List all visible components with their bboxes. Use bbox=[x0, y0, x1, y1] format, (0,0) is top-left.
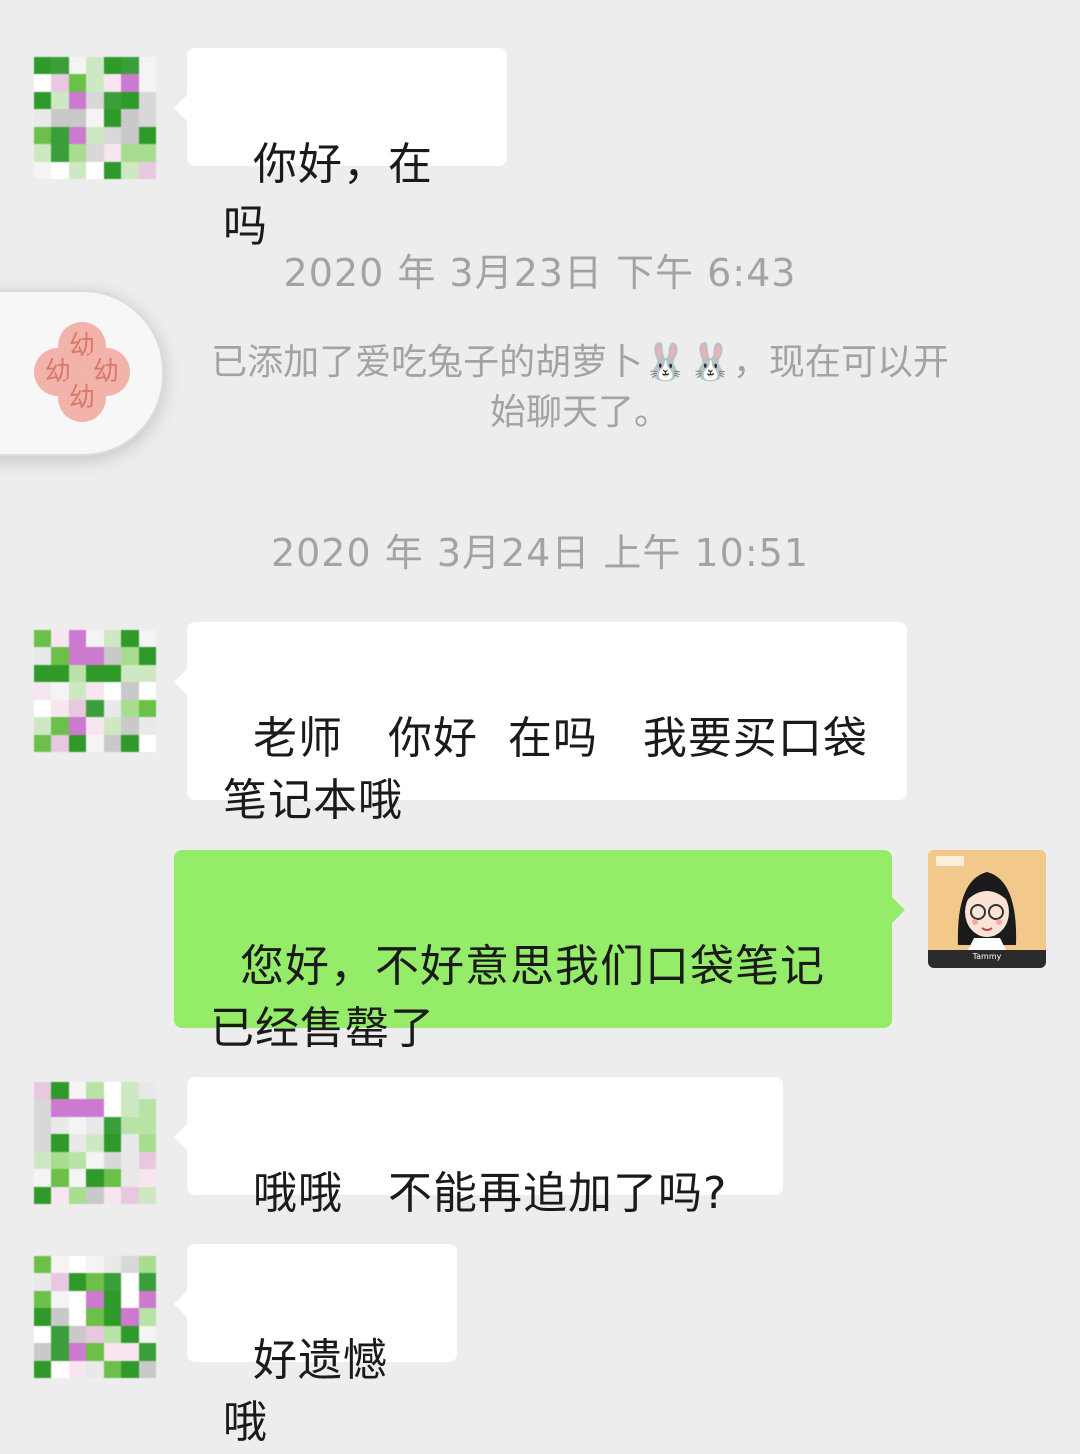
my-avatar-caption: Tammy bbox=[972, 952, 1002, 961]
system-notice-text: 已添加了爱吃兔子的胡萝卜🐰🐰，现在可以开 始聊天了。 bbox=[211, 342, 949, 433]
message-timestamp: 2020 年 3月24日 上午 10:51 bbox=[270, 531, 810, 575]
message-text: 哦哦 不能再追加了吗? bbox=[252, 1168, 728, 1219]
message-bubble-outgoing[interactable]: 您好，不好意思我们口袋笔记 已经售罄了 bbox=[174, 850, 905, 1054]
cartoon-girl-icon bbox=[928, 850, 1046, 968]
message-timestamp: 2020 年 3月23日 下午 6:43 bbox=[283, 251, 797, 295]
contact-avatar[interactable] bbox=[34, 630, 156, 752]
message-text: 你好，在吗 bbox=[223, 139, 433, 252]
floating-assistive-button[interactable]: 幼 幼 幼 幼 bbox=[0, 290, 164, 456]
message-bubble-incoming[interactable]: 哦哦 不能再追加了吗? bbox=[174, 1077, 783, 1219]
message-text: 您好，不好意思我们口袋笔记 已经售罄了 bbox=[210, 941, 825, 1054]
message-text: 好遗憾哦 bbox=[223, 1335, 388, 1448]
message-text: 老师 你好 在吗 我要买口袋 笔记本哦 bbox=[223, 713, 868, 826]
contact-avatar[interactable] bbox=[34, 57, 156, 179]
my-avatar[interactable]: Tammy bbox=[928, 850, 1046, 968]
system-notice: 已添加了爱吃兔子的胡萝卜🐰🐰，现在可以开 始聊天了。 bbox=[160, 338, 1000, 438]
contact-avatar[interactable] bbox=[34, 1256, 156, 1378]
message-bubble-incoming[interactable]: 老师 你好 在吗 我要买口袋 笔记本哦 bbox=[174, 622, 907, 826]
contact-avatar[interactable] bbox=[34, 1082, 156, 1204]
message-bubble-incoming[interactable]: 好遗憾哦 bbox=[174, 1244, 457, 1448]
message-bubble-incoming[interactable]: 你好，在吗 bbox=[174, 48, 507, 252]
petal-icon: 幼 bbox=[58, 374, 106, 422]
